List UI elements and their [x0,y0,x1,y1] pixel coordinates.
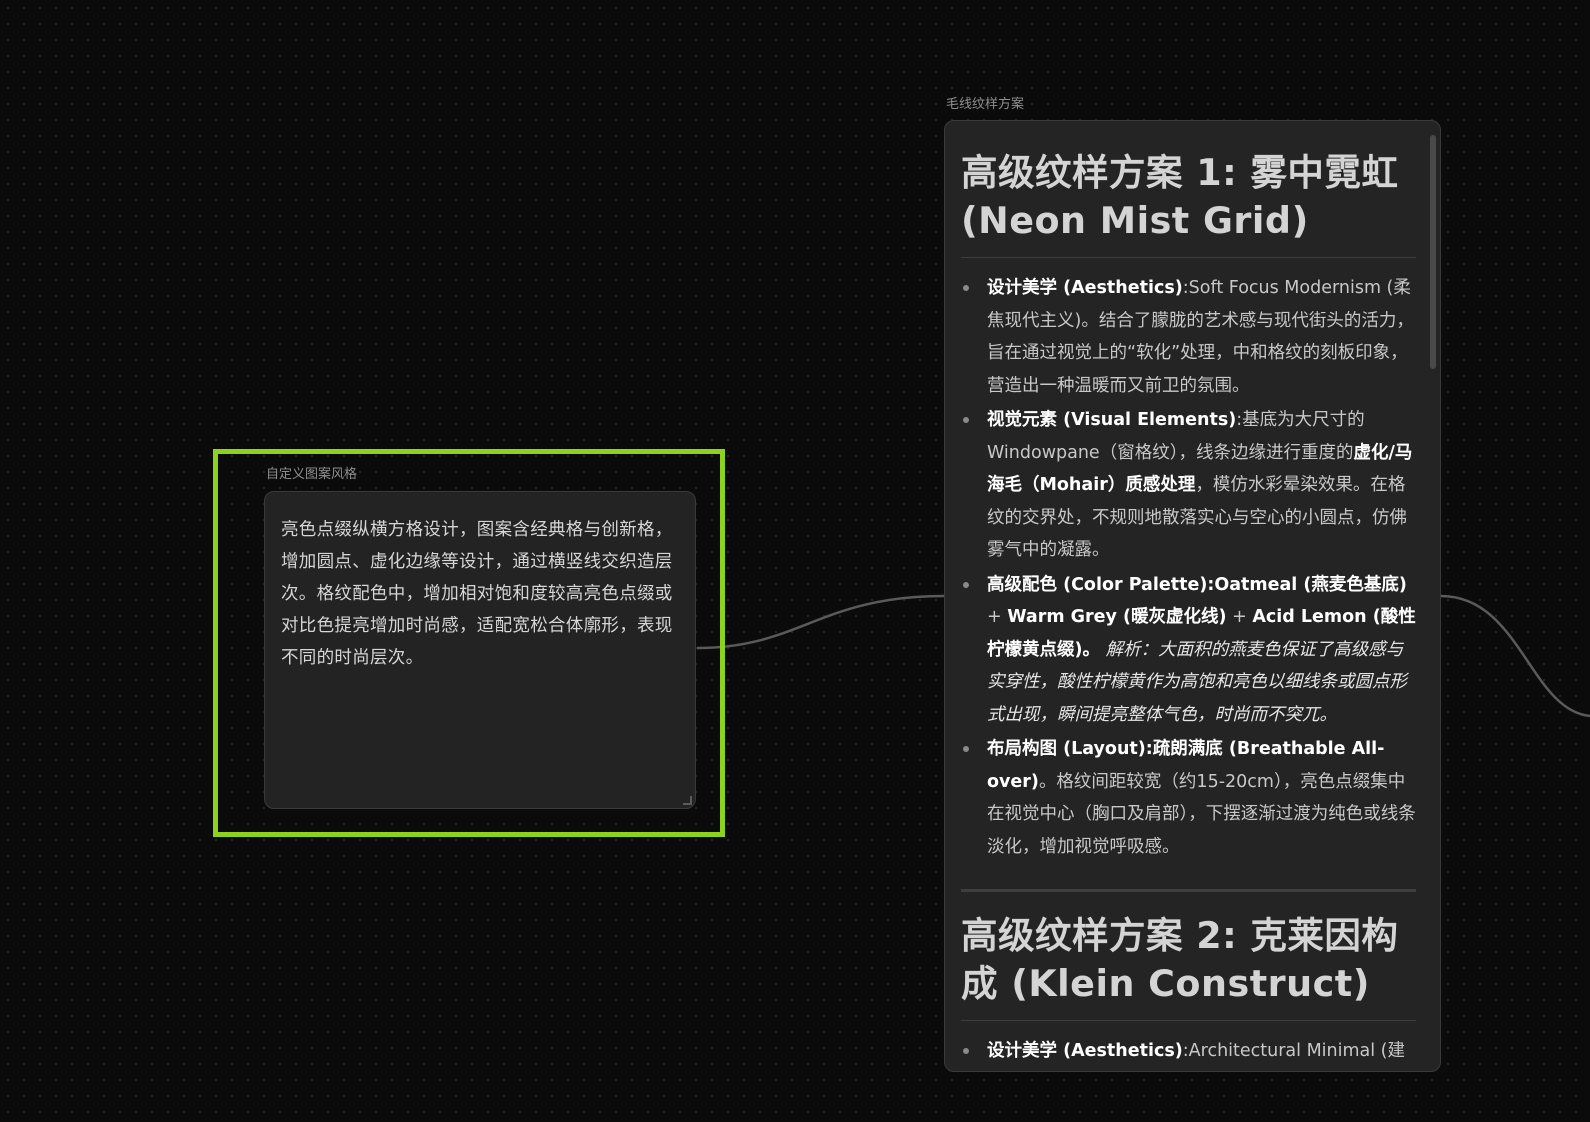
plan1-list: 设计美学 (Aesthetics):Soft Focus Modernism (… [961,272,1416,863]
bullet-icon [963,1048,969,1054]
item-key: 设计美学 (Aesthetics) [987,1041,1183,1061]
bullet-icon [963,581,969,588]
output-content: 高级纹样方案 1: 雾中霓虹 (Neon Mist Grid) 设计美学 (Ae… [945,121,1440,1071]
yarn-pattern-plan-node[interactable]: 高级纹样方案 1: 雾中霓虹 (Neon Mist Grid) 设计美学 (Ae… [944,120,1441,1072]
bullet-icon [963,746,969,752]
item-bold: Oatmeal (燕麦色基底) [1214,574,1407,595]
input-node-text[interactable]: 亮色点缀纵横方格设计，图案含经典格与创新格，增加圆点、虚化边缘等设计，通过横竖线… [281,514,679,674]
plan2-list: 设计美学 (Aesthetics):Architectural Minimal … [961,1035,1416,1071]
scrollbar-thumb[interactable] [1430,135,1436,369]
input-node-label: 自定义图案风格 [266,467,358,482]
item-key: 高级配色 (Color Palette): [987,574,1215,595]
plan-divider [961,889,1416,892]
edge-output-to-next [1440,594,1590,718]
item-key: 视觉元素 (Visual Elements) [987,410,1237,430]
item-plus: + [1226,607,1253,627]
plan2-title: 高级纹样方案 2: 克莱因构成 (Klein Construct) [961,912,1416,1021]
custom-pattern-style-node[interactable]: 亮色点缀纵横方格设计，图案含经典格与创新格，增加圆点、虚化边缘等设计，通过横竖线… [264,491,696,809]
item-plus: + [987,607,1008,627]
item-text: 。格纹间距较宽（约15-20cm），亮色点缀集中在视觉中心（胸口及肩部），下摆逐… [987,771,1416,857]
plan2-item-aesthetics: 设计美学 (Aesthetics):Architectural Minimal … [961,1035,1416,1071]
item-key: 设计美学 (Aesthetics) [987,278,1183,298]
bullet-icon [963,285,969,291]
edge-input-to-output [696,594,945,650]
bullet-icon [963,417,969,423]
resize-handle-icon[interactable] [683,796,692,805]
output-node-label: 毛线纹样方案 [946,97,1025,112]
plan1-item-color-palette: 高级配色 (Color Palette):Oatmeal (燕麦色基底) + W… [961,569,1416,732]
item-bold: Warm Grey (暖灰虚化线) [1007,607,1227,627]
plan1-title: 高级纹样方案 1: 雾中霓虹 (Neon Mist Grid) [961,149,1416,258]
plan1-item-layout: 布局构图 (Layout):疏朗满底 (Breathable All-over)… [961,733,1416,863]
item-dot: 。 [1082,639,1101,660]
plan1-item-visual-elements: 视觉元素 (Visual Elements):基底为大尺寸的Windowpane… [961,404,1416,567]
plan1-item-aesthetics: 设计美学 (Aesthetics):Soft Focus Modernism (… [961,272,1416,402]
item-key: 布局构图 (Layout): [987,739,1153,759]
